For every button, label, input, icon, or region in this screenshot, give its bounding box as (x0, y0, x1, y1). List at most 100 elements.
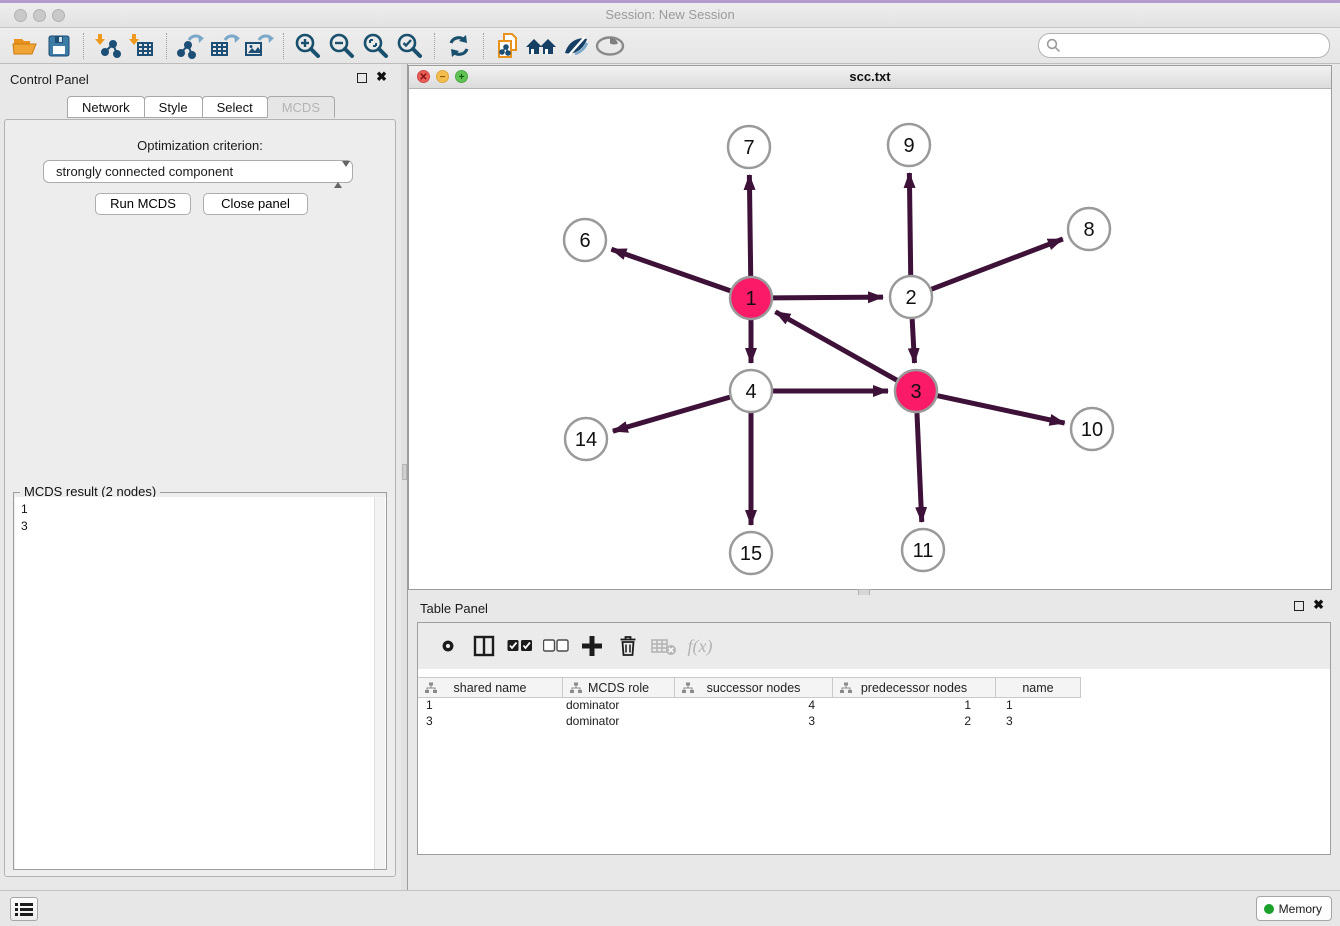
table-cell[interactable]: 3 (675, 714, 833, 730)
splitter-handle[interactable] (402, 464, 407, 480)
zoom-in-button[interactable] (291, 31, 325, 61)
zoom-fit-button[interactable] (359, 31, 393, 61)
export-table-button[interactable] (208, 31, 242, 61)
vertical-splitter[interactable] (401, 64, 408, 890)
criterion-dropdown[interactable]: strongly connected component (43, 160, 353, 183)
import-table-icon (128, 33, 156, 59)
add-column-button[interactable] (574, 630, 610, 662)
column-header-MCDS-role[interactable]: MCDS role (563, 677, 675, 698)
status-bar: Memory (0, 890, 1340, 926)
toolbar-separator (283, 33, 284, 59)
duplicate-network-button[interactable] (491, 31, 525, 61)
select-all-icon (507, 639, 533, 653)
zoom-selected-icon (396, 32, 424, 60)
graph-edge-2-9[interactable] (909, 173, 910, 275)
result-scrollbar[interactable] (374, 497, 385, 869)
show-hide-details-button[interactable] (593, 31, 627, 61)
table-cell[interactable]: 3 (418, 714, 563, 730)
graph-node-label-6: 6 (579, 230, 590, 252)
column-header-predecessor-nodes[interactable]: predecessor nodes (833, 677, 996, 698)
export-image-icon (243, 33, 275, 59)
import-network-button[interactable] (91, 31, 125, 61)
column-header-name[interactable]: name (996, 677, 1081, 698)
tab-select[interactable]: Select (202, 96, 268, 118)
column-header-label: name (1022, 681, 1053, 695)
column-header-successor-nodes[interactable]: successor nodes (675, 677, 833, 698)
table-cell[interactable]: 2 (833, 714, 996, 730)
table-cell[interactable]: 4 (675, 698, 833, 714)
graph-edge-2-8[interactable] (932, 239, 1063, 289)
graph-edge-1-6[interactable] (611, 249, 730, 291)
table-cell[interactable]: 1 (996, 698, 1081, 714)
column-header-shared-name[interactable]: shared name (418, 677, 563, 698)
mcds-result-text[interactable]: 1 3 (15, 497, 386, 869)
column-header-label: predecessor nodes (861, 681, 967, 695)
show-columns-button[interactable] (466, 630, 502, 662)
export-network-button[interactable] (174, 31, 208, 61)
search-field-wrap (1038, 33, 1330, 58)
delete-button[interactable] (610, 630, 646, 662)
refresh-button[interactable] (442, 31, 476, 61)
column-tree-icon (425, 682, 437, 694)
run-mcds-button[interactable]: Run MCDS (95, 193, 191, 215)
close-panel-icon[interactable]: ✖ (376, 70, 387, 84)
table-settings-button[interactable] (430, 630, 466, 662)
home-button[interactable] (525, 31, 559, 61)
table-row[interactable]: 3dominator323 (418, 714, 1330, 730)
graph-edge-3-10[interactable] (938, 396, 1065, 423)
tab-network[interactable]: Network (67, 96, 145, 118)
table-row[interactable]: 1dominator411 (418, 698, 1330, 714)
memory-status-icon (1264, 904, 1274, 914)
column-header-label: shared name (454, 681, 527, 695)
criterion-dropdown-value: strongly connected component (56, 164, 233, 179)
zoom-out-button[interactable] (325, 31, 359, 61)
search-input[interactable] (1038, 33, 1330, 58)
graph-node-label-8: 8 (1083, 219, 1094, 241)
tab-mcds[interactable]: MCDS (267, 96, 335, 118)
zoom-selected-button[interactable] (393, 31, 427, 61)
deselect-all-button[interactable] (538, 630, 574, 662)
table-cell[interactable]: 3 (996, 714, 1081, 730)
memory-button[interactable]: Memory (1256, 896, 1332, 921)
node-table-box: f(x) shared name MCDS role successor nodes… (417, 622, 1331, 855)
table-cell[interactable]: 1 (418, 698, 563, 714)
mcds-result-fieldset: MCDS result (2 nodes) 1 3 (13, 492, 387, 870)
graph-edge-4-14[interactable] (613, 397, 730, 431)
close-table-panel-icon[interactable]: ✖ (1313, 598, 1324, 612)
import-table-button[interactable] (125, 31, 159, 61)
tab-style[interactable]: Style (144, 96, 203, 118)
table-header-row: shared name MCDS role successor nodes prede… (418, 677, 1330, 698)
open-session-button[interactable] (8, 31, 42, 61)
select-all-button[interactable] (502, 630, 538, 662)
float-table-panel-icon[interactable] (1294, 601, 1304, 611)
close-panel-button[interactable]: Close panel (203, 193, 308, 215)
table-cell[interactable]: dominator (563, 698, 675, 714)
table-body: 1dominator4113dominator323 (418, 698, 1330, 730)
table-cell[interactable]: dominator (563, 714, 675, 730)
save-session-button[interactable] (42, 31, 76, 61)
column-header-label: successor nodes (707, 681, 801, 695)
style-icon (561, 33, 591, 59)
graph-edge-2-3[interactable] (912, 319, 914, 363)
table-cell[interactable]: 1 (833, 698, 996, 714)
graph-edge-3-1[interactable] (775, 312, 896, 380)
export-image-button[interactable] (242, 31, 276, 61)
open-session-icon (12, 33, 38, 59)
network-canvas[interactable]: 7968124314101511 (409, 89, 1331, 589)
float-panel-icon[interactable] (357, 73, 367, 83)
style-button[interactable] (559, 31, 593, 61)
function-builder-icon: f(x) (688, 636, 713, 657)
network-graph[interactable]: 7968124314101511 (409, 89, 1331, 589)
task-history-button[interactable] (10, 897, 38, 921)
graph-edge-1-7[interactable] (749, 175, 750, 276)
network-window-title: scc.txt (409, 69, 1331, 84)
graph-edge-3-11[interactable] (917, 413, 922, 522)
search-icon (1046, 38, 1061, 53)
control-panel-header: Control Panel ✖ (0, 64, 401, 94)
delete-table-icon (651, 635, 677, 657)
column-tree-icon (840, 682, 852, 694)
eye-icon (594, 34, 626, 58)
graph-edge-1-2[interactable] (773, 297, 883, 298)
delete-table-button (646, 630, 682, 662)
graph-node-label-4: 4 (745, 381, 756, 403)
